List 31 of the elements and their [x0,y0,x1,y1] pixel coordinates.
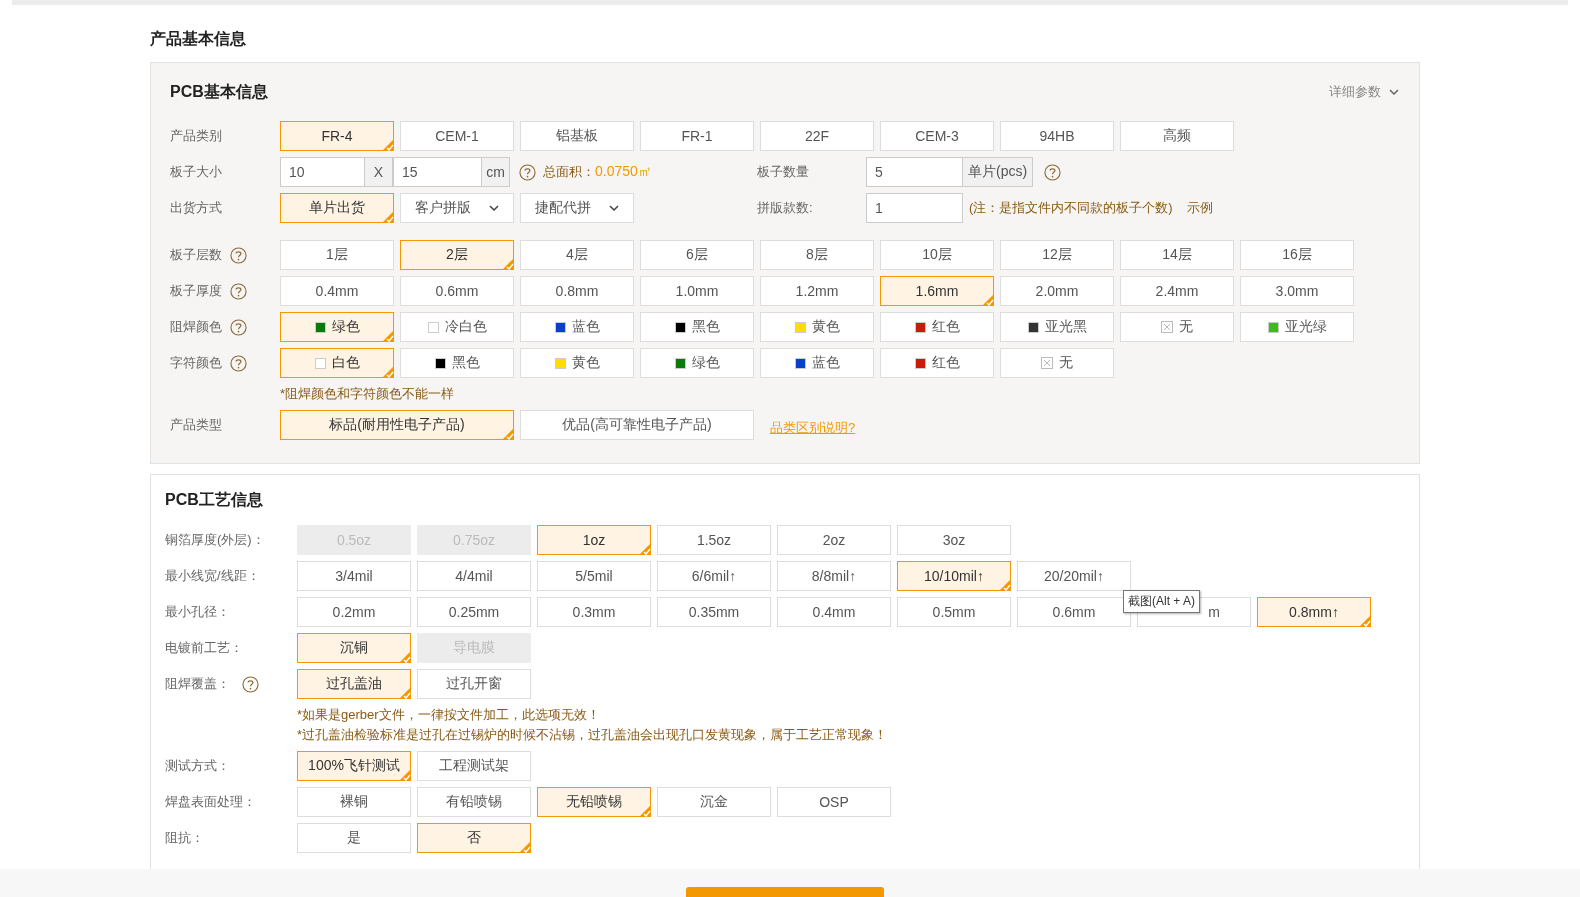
field-label: 板子层数 [170,246,222,264]
note-text: *过孔盖油检验标准是过孔在过锡炉的时候不沾锡，过孔盖油会出现孔口发黄现象，属于工艺正常现象！ [297,726,889,744]
field-label: 铜箔厚度(外层)： [165,531,265,549]
field-label: 板子厚度 [170,282,222,300]
field-label: 电镀前工艺： [165,639,243,657]
field-label: 拼版款数: [757,199,814,217]
field-label: 字符颜色 [170,354,222,372]
field-label: 最小线宽/线距： [165,567,260,585]
field-label: 焊盘表面处理： [165,793,256,811]
field-label: 板子数量 [757,163,810,181]
field-label: 产品类型 [170,416,222,434]
field-label: 阻焊颜色 [170,318,222,336]
section-title: PCB基本信息 [170,81,268,102]
page-title: 产品基本信息 [150,29,247,49]
field-label: 最小孔径： [165,603,230,621]
field-label: 阻抗： [165,829,204,847]
field-label: 阻焊覆盖： [165,675,230,693]
area-value: 0.0750㎡ [595,163,653,181]
tooltip: 截图(Alt + A) [1123,590,1200,613]
note-text: *如果是gerber文件，一律按文件加工，此选项无效！ [297,706,601,724]
field-label: 测试方式： [165,757,230,775]
field-label: 板子大小 [170,163,222,181]
times-sign: X [365,157,393,187]
field-label: 出货方式 [170,199,222,217]
area-label: 总面积： [543,163,595,181]
field-label: 产品类别 [170,127,222,145]
note-text: (注：是指文件内不同款的板子个数) [969,199,1173,217]
section-title: PCB工艺信息 [165,489,263,510]
note-text: *阻焊颜色和字符颜色不能一样 [280,385,455,403]
unit-label: cm [482,157,510,187]
unit-label: 单片(pcs) [963,157,1034,187]
